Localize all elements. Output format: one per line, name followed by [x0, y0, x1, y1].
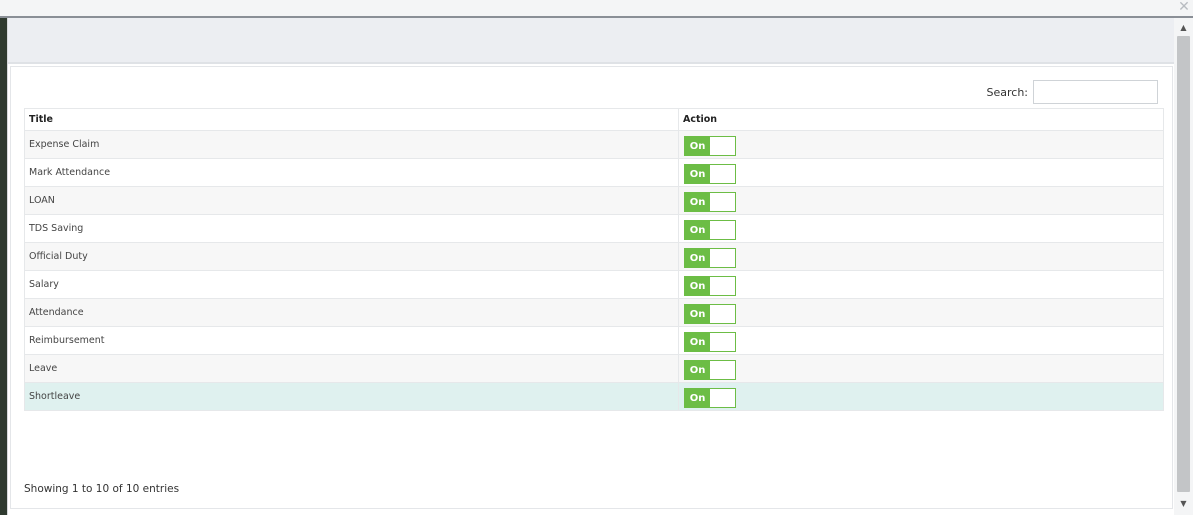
row-action: On: [678, 354, 1164, 383]
table-row: LOAN On: [24, 186, 1164, 215]
toggle-on-label: On: [685, 277, 710, 295]
toggle-on-label: On: [685, 165, 710, 183]
toggle-off-area: [710, 305, 735, 323]
table-panel: Search: Title Action Expense Claim On Ma…: [10, 66, 1173, 509]
table-row: Reimbursement On: [24, 326, 1164, 355]
toggle-off-area: [710, 193, 735, 211]
toggle-off-area: [710, 389, 735, 407]
table-row: Attendance On: [24, 298, 1164, 327]
toggle-on-label: On: [685, 221, 710, 239]
row-action: On: [678, 270, 1164, 299]
status-toggle[interactable]: On: [684, 220, 736, 240]
table-row: Salary On: [24, 270, 1164, 299]
status-toggle[interactable]: On: [684, 360, 736, 380]
toggle-on-label: On: [685, 389, 710, 407]
background-strip: [0, 18, 7, 515]
toggle-on-label: On: [685, 249, 710, 267]
table-row: Expense Claim On: [24, 130, 1164, 159]
modal-header: [8, 18, 1175, 64]
toggle-off-area: [710, 165, 735, 183]
toggle-on-label: On: [685, 333, 710, 351]
column-header-action[interactable]: Action: [678, 108, 1164, 131]
status-toggle[interactable]: On: [684, 164, 736, 184]
toggle-off-area: [710, 221, 735, 239]
row-title: Expense Claim: [24, 130, 679, 159]
row-action: On: [678, 298, 1164, 327]
row-title: Leave: [24, 354, 679, 383]
toggle-on-label: On: [685, 305, 710, 323]
table-row-hover: Shortleave On: [24, 382, 1164, 411]
row-action: On: [678, 326, 1164, 355]
table-row: Official Duty On: [24, 242, 1164, 271]
toggle-off-area: [710, 137, 735, 155]
table-row: Leave On: [24, 354, 1164, 383]
row-title: Shortleave: [24, 382, 679, 411]
row-title: Mark Attendance: [24, 158, 679, 187]
toggle-on-label: On: [685, 193, 710, 211]
toggle-off-area: [710, 333, 735, 351]
window-top-bar: ✕: [0, 0, 1193, 18]
data-table: Title Action Expense Claim On Mark Atten…: [24, 108, 1164, 411]
row-title: TDS Saving: [24, 214, 679, 243]
status-toggle[interactable]: On: [684, 276, 736, 296]
row-action: On: [678, 130, 1164, 159]
row-action: On: [678, 158, 1164, 187]
table-header-row: Title Action: [24, 108, 1164, 131]
vertical-scrollbar[interactable]: ▲ ▼: [1174, 18, 1193, 515]
modal-dialog: Search: Title Action Expense Claim On Ma…: [7, 18, 1175, 515]
search-box: Search:: [986, 80, 1158, 104]
search-input[interactable]: [1033, 80, 1158, 104]
status-toggle[interactable]: On: [684, 136, 736, 156]
toggle-off-area: [710, 361, 735, 379]
table-info: Showing 1 to 10 of 10 entries: [24, 483, 180, 495]
search-label: Search:: [986, 85, 1029, 99]
row-action: On: [678, 382, 1164, 411]
row-title: Official Duty: [24, 242, 679, 271]
row-title: LOAN: [24, 186, 679, 215]
toggle-off-area: [710, 249, 735, 267]
status-toggle[interactable]: On: [684, 192, 736, 212]
row-title: Attendance: [24, 298, 679, 327]
table-row: Mark Attendance On: [24, 158, 1164, 187]
column-header-title[interactable]: Title: [24, 108, 679, 131]
status-toggle[interactable]: On: [684, 332, 736, 352]
status-toggle[interactable]: On: [684, 388, 736, 408]
close-icon[interactable]: ✕: [1177, 0, 1191, 15]
row-action: On: [678, 186, 1164, 215]
triangle-up-icon[interactable]: ▲: [1174, 21, 1193, 35]
row-action: On: [678, 214, 1164, 243]
toggle-on-label: On: [685, 137, 710, 155]
toggle-on-label: On: [685, 361, 710, 379]
row-title: Reimbursement: [24, 326, 679, 355]
triangle-down-icon[interactable]: ▼: [1174, 497, 1193, 511]
toggle-off-area: [710, 277, 735, 295]
scrollbar-thumb[interactable]: [1177, 36, 1190, 492]
row-action: On: [678, 242, 1164, 271]
table-row: TDS Saving On: [24, 214, 1164, 243]
row-title: Salary: [24, 270, 679, 299]
status-toggle[interactable]: On: [684, 248, 736, 268]
status-toggle[interactable]: On: [684, 304, 736, 324]
